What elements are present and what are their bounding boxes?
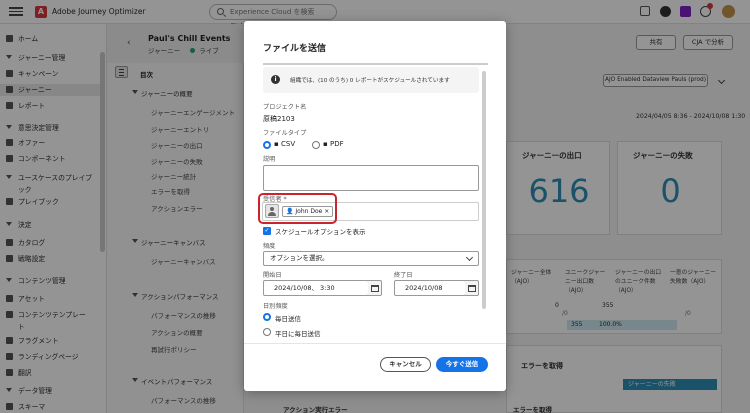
project-name-label: プロジェクト名 — [263, 104, 307, 111]
csv-label: CSV — [280, 140, 296, 148]
schedule-label: スケジュールオプションを表示 — [275, 228, 366, 236]
frequency-label: 頻度 — [263, 243, 276, 250]
pdf-radio[interactable] — [312, 141, 320, 149]
frequency-select[interactable]: オプションを選択。 — [263, 251, 479, 266]
info-text: 組織では、(10 のうち) 0 レポートがスケジュールされています — [290, 78, 450, 84]
divider — [263, 63, 488, 65]
file-icon: ▪ — [274, 140, 279, 148]
recipient-highlight — [258, 193, 337, 224]
file-icon: ▪ — [323, 140, 328, 148]
schedule-checkbox[interactable]: ✓ — [263, 227, 271, 235]
dialog-scrollbar[interactable] — [482, 71, 486, 309]
info-icon: i — [271, 75, 280, 84]
weekday-option-label: 平日に毎日送信 — [275, 330, 321, 338]
description-textarea[interactable] — [263, 165, 479, 191]
end-date-label: 終了日 — [394, 272, 413, 279]
csv-radio[interactable] — [263, 141, 271, 149]
end-date-input[interactable]: 2024/10/08 — [394, 280, 466, 296]
info-banner: i 組織では、(10 のうち) 0 レポートがスケジュールされています — [263, 67, 479, 93]
daily-option-label: 毎日送信 — [275, 315, 301, 323]
daily-frequency-label: 日別頻度 — [263, 303, 288, 310]
footer-divider — [244, 343, 506, 344]
start-date-input[interactable]: 2024/10/08、 3:30 — [263, 280, 369, 296]
weekday-radio[interactable] — [263, 328, 271, 336]
calendar-icon[interactable] — [368, 280, 382, 296]
pdf-label: PDF — [329, 140, 344, 148]
pdf-option[interactable]: ▪ PDF — [323, 140, 344, 148]
calendar-icon[interactable] — [465, 280, 479, 296]
chevron-down-icon — [465, 253, 474, 262]
project-name-value: 原稿2103 — [263, 115, 295, 123]
frequency-value: オプションを選択。 — [270, 254, 329, 262]
dialog-title: ファイルを送信 — [263, 44, 327, 54]
cancel-button[interactable]: キャンセル — [380, 357, 431, 372]
description-label: 説明 — [263, 156, 276, 163]
file-type-label: ファイルタイプ — [263, 130, 307, 137]
send-now-button[interactable]: 今すぐ送信 — [436, 357, 488, 372]
daily-radio[interactable] — [263, 313, 271, 321]
start-date-label: 開始日 — [263, 272, 282, 279]
csv-option[interactable]: ▪ CSV — [274, 140, 295, 148]
